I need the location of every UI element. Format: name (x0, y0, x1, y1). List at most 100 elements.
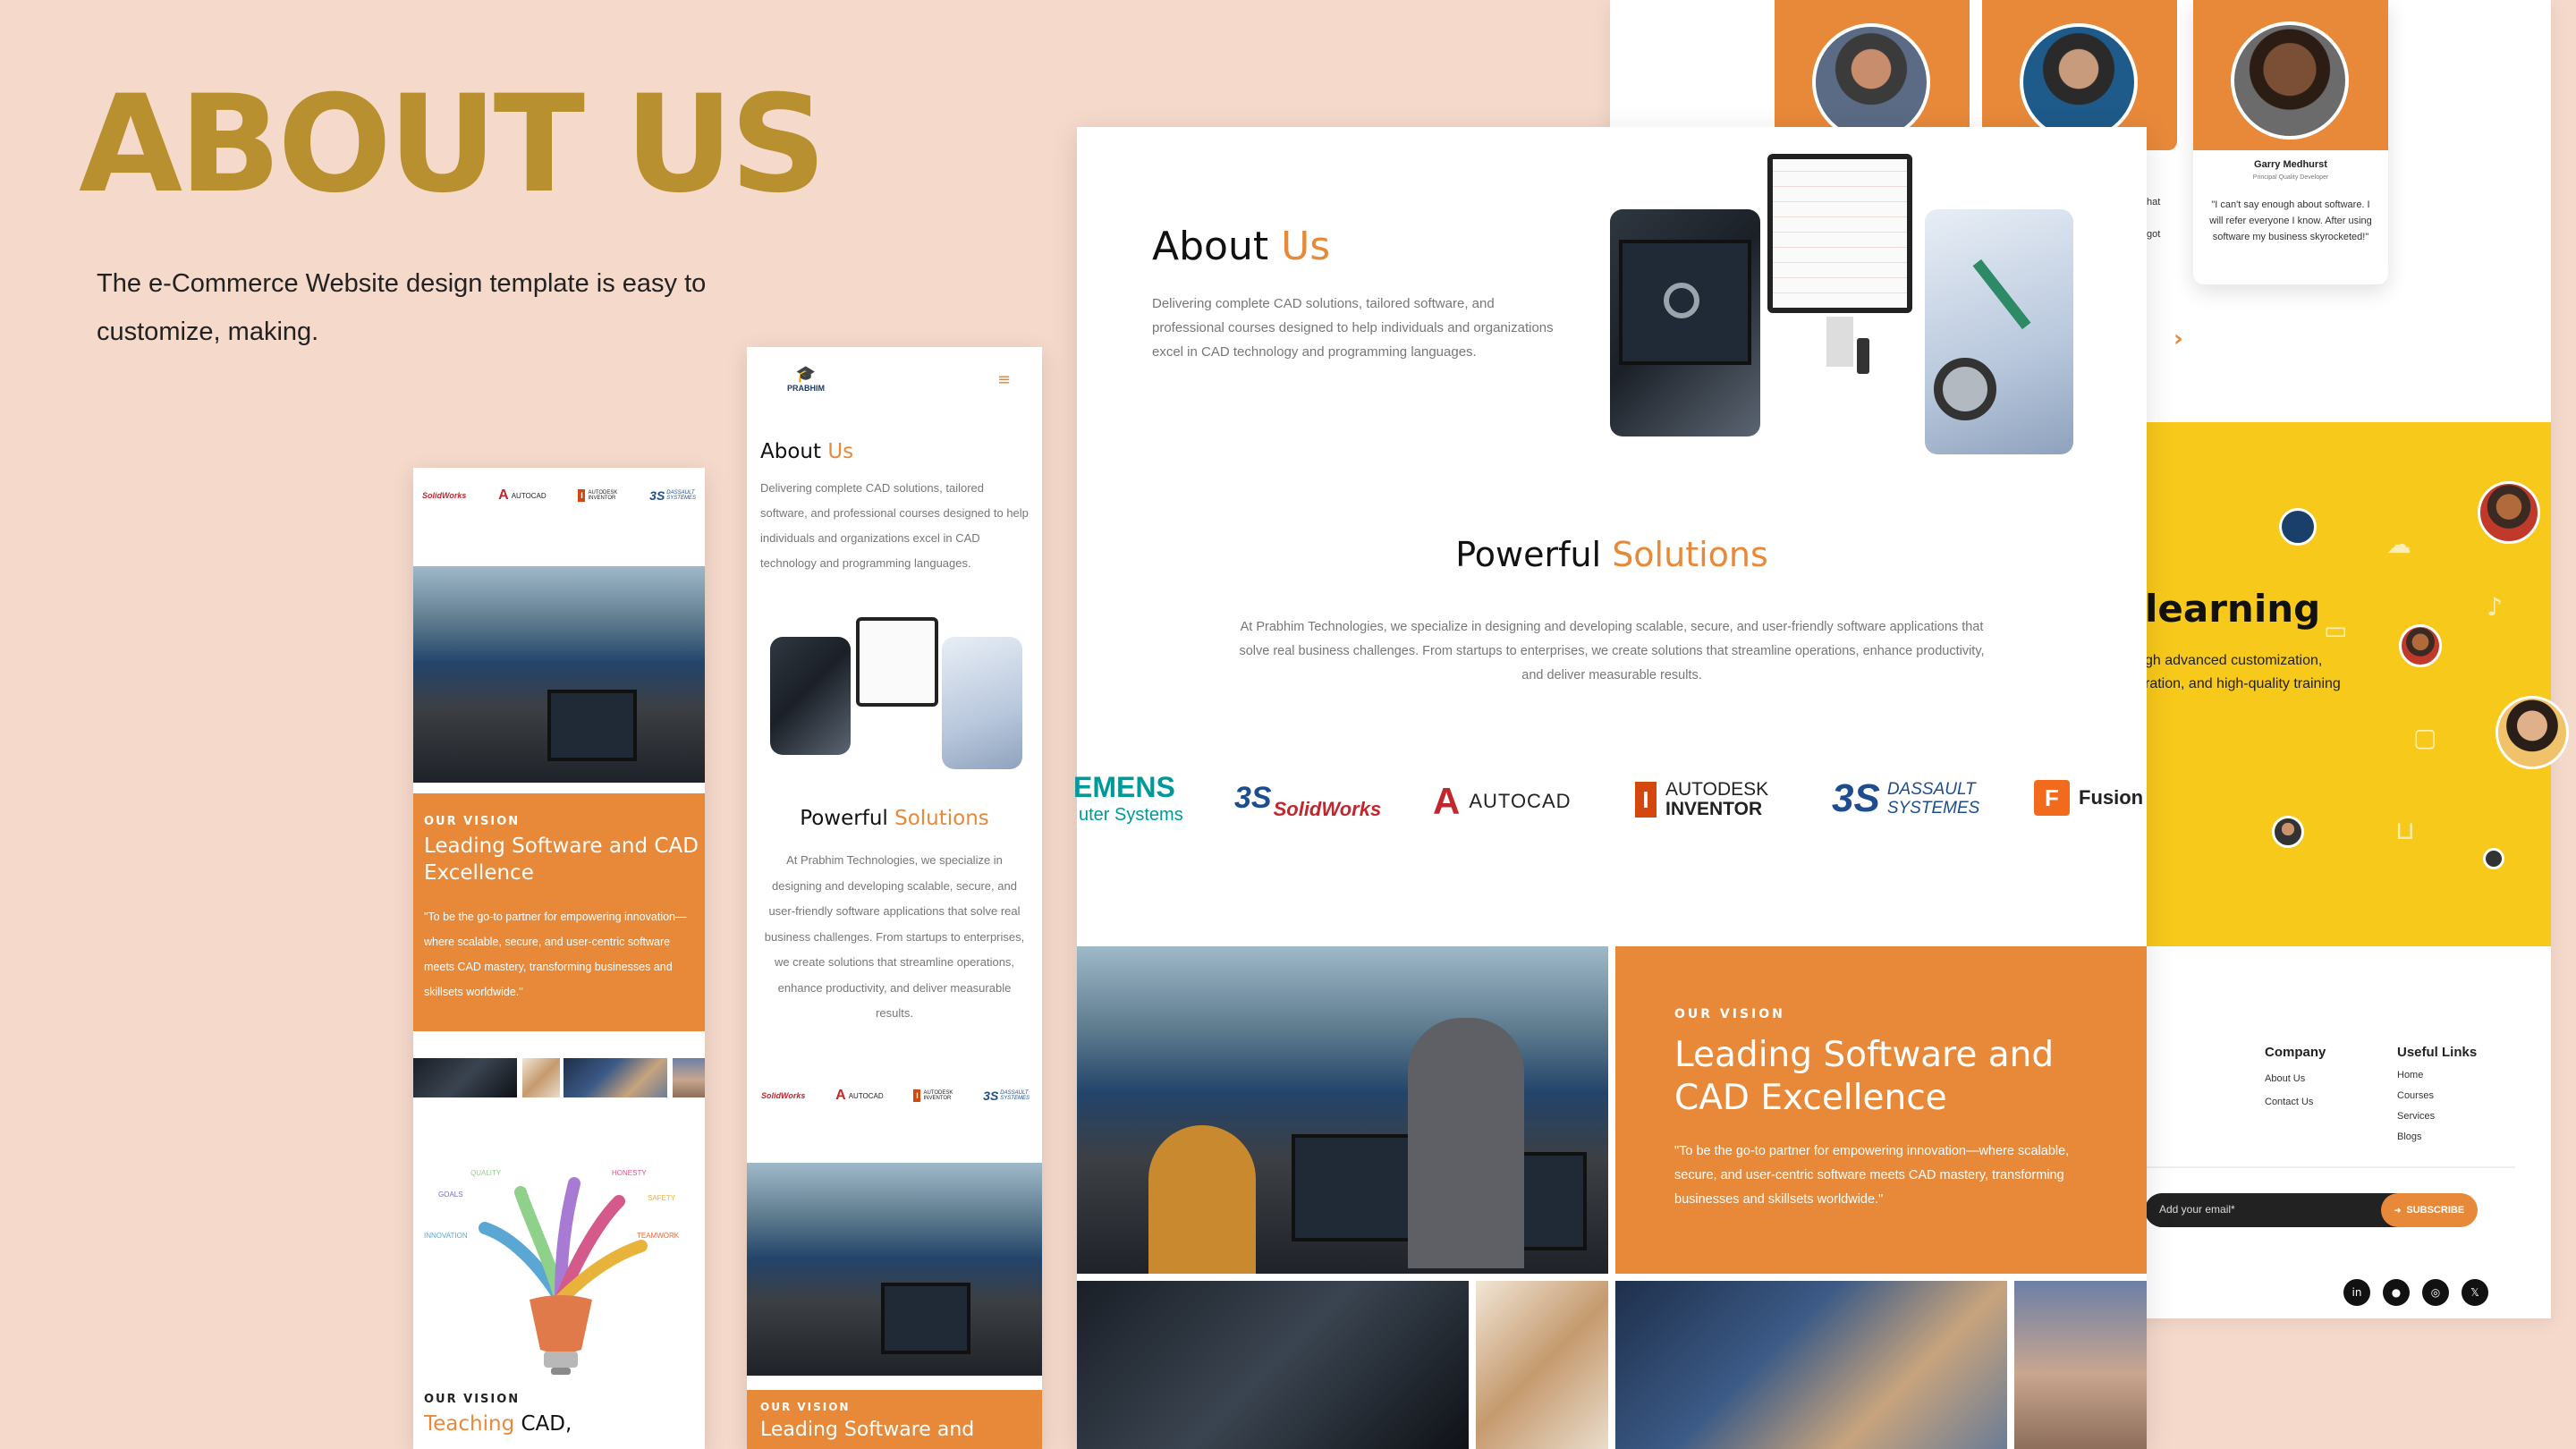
email-field[interactable]: Add your email* (2145, 1193, 2413, 1227)
solutions-description: At Prabhim Technologies, we specialize i… (1239, 620, 1985, 682)
autocad-logo: A AUTOCAD (498, 487, 547, 504)
hamburger-menu-icon[interactable]: ≡ (997, 370, 1011, 389)
dassault-text: DASSAULT (1886, 780, 1976, 799)
drawing-image (1925, 209, 2073, 454)
avatar (2279, 508, 2317, 546)
autocad-logo: A AUTOCAD (1433, 780, 1572, 823)
ds-icon: 3S (983, 1089, 999, 1103)
about-title-accent: Us (1281, 224, 1331, 269)
fusion-logo: F Fusion (2034, 780, 2143, 816)
x-icon[interactable]: 𝕏 (2462, 1279, 2488, 1306)
ds-icon: 3S (649, 488, 665, 503)
learning-line: gh advanced customization, (2145, 653, 2323, 668)
teaching-title-accent: Teaching (424, 1412, 521, 1436)
solidworks-logo: SolidWorks (422, 491, 466, 500)
inventor-logo: I AUTODESK INVENTOR (1635, 780, 1768, 819)
office-team-image (1077, 946, 1608, 1274)
solidworks-logo: 3S SolidWorks (1234, 775, 1381, 821)
linkedin-icon[interactable]: in (2343, 1279, 2370, 1306)
footer-link-services[interactable]: Services (2397, 1111, 2435, 1122)
office-team-image (747, 1163, 1042, 1376)
solidworks-text: SolidWorks (1273, 798, 1382, 820)
instagram-icon[interactable]: ◎ (2422, 1279, 2449, 1306)
autocad-text: AUTOCAD (511, 491, 547, 500)
systemes-text: SYSTEMES (1000, 1096, 1030, 1101)
testimonial-role: Principal Quality Developer (2252, 174, 2329, 181)
footer-link-blogs[interactable]: Blogs (2397, 1131, 2422, 1142)
solidworks-text: SolidWorks (422, 491, 467, 500)
avatar (2483, 848, 2504, 869)
brand-logo[interactable]: 🎓 PRABHIM (779, 365, 833, 393)
learning-section: learning gh advanced customization, rati… (2145, 422, 2569, 946)
inventor-text: INVENTOR (588, 496, 616, 501)
teaching-title: Teaching CAD, (424, 1412, 572, 1436)
autocad-logo: A AUTOCAD (835, 1088, 884, 1104)
avatar (2272, 816, 2304, 848)
solutions-title: Powerful Solutions (1077, 535, 2147, 574)
solutions-title-accent: Solutions (894, 807, 989, 830)
subscribe-button[interactable]: ➜ SUBSCRIBE (2381, 1193, 2478, 1227)
chevron-right-icon[interactable]: › (2174, 326, 2183, 352)
hero-title: ABOUT US (79, 67, 826, 223)
drawing-image (942, 637, 1022, 769)
gallery-image (564, 1058, 667, 1097)
vision-label: OUR VISION (760, 1401, 851, 1413)
solutions-title-text: Powerful (1455, 535, 1613, 574)
chat-icon: ▭ (2324, 615, 2348, 645)
email-placeholder: Add your email* (2159, 1203, 2235, 1216)
about-title: About Us (760, 440, 853, 463)
mobile-page-preview: SolidWorks A AUTOCAD I AUTODESK INVENTOR 3S… (413, 468, 705, 1449)
vision-section: OUR VISION Leading Software and CAD Exce… (413, 793, 705, 1031)
partner-logos: EMENS uter Systems 3S SolidWorks A AUTOC… (1073, 767, 2147, 839)
avatar (2399, 624, 2442, 667)
about-title-accent: Us (827, 440, 854, 463)
testimonial-quote: "I can't say enough about software. I wi… (2209, 199, 2372, 242)
avatar (2231, 21, 2349, 140)
ds-icon: 3S (1832, 776, 1880, 820)
vision-title: Leading Software and CAD Excellence (424, 835, 699, 885)
inventor-icon: I (913, 1089, 921, 1102)
brand-name: PRABHIM (787, 384, 825, 393)
learning-line: ration, and high-quality training (2145, 676, 2341, 691)
monitor-image (1764, 150, 1914, 374)
gallery-image (522, 1058, 560, 1097)
testimonial-partial-text: got (2147, 229, 2161, 240)
footer-link-courses[interactable]: Courses (2397, 1090, 2434, 1101)
footer-link-about[interactable]: About Us (2265, 1073, 2305, 1084)
gallery-image (1077, 1281, 1469, 1449)
avatar (2478, 481, 2540, 544)
desktop-page-preview: About Us Delivering complete CAD solutio… (1073, 127, 2147, 1449)
solidworks-logo: SolidWorks (761, 1091, 805, 1100)
partner-logos: SolidWorks A AUTOCAD I AUTODESK INVENTOR 3S… (761, 1082, 1030, 1109)
calendar-icon: ▢ (2413, 723, 2437, 752)
solutions-title-text: Powerful (800, 807, 895, 830)
value-label: INNOVATION (424, 1232, 468, 1240)
dassault-logo: 3S DASSAULT SYSTEMES (1832, 776, 1979, 821)
inventor-text: INVENTOR (1665, 799, 1763, 819)
vision-title: Leading Software and (760, 1419, 975, 1441)
values-illustration: QUALITY HONESTY GOALS SAFETY INNOVATION … (413, 1165, 705, 1389)
testimonial-partial-text: hat (2147, 197, 2161, 208)
avatar (1812, 23, 1930, 141)
autodesk-text: AUTODESK (1665, 779, 1769, 800)
avatar (2496, 696, 2569, 769)
autocad-icon: A (1433, 780, 1461, 822)
autocad-icon: A (835, 1088, 846, 1103)
vision-label: OUR VISION (424, 1393, 521, 1406)
vision-quote: "To be the go-to partner for empowering … (424, 911, 687, 998)
fusion-icon: F (2034, 780, 2070, 816)
inventor-logo: I AUTODESK INVENTOR (578, 489, 617, 502)
arrow-right-icon: ➜ (2394, 1205, 2402, 1215)
about-title-text: About (1152, 224, 1282, 269)
footer-link-contact[interactable]: Contact Us (2265, 1097, 2313, 1107)
vision-section: OUR VISION Leading Software and (747, 1390, 1042, 1449)
autocad-text: AUTOCAD (848, 1091, 884, 1100)
graduation-cap-icon: 🎓 (795, 365, 817, 384)
footer-link-home[interactable]: Home (2397, 1070, 2423, 1080)
siemens-logo-sub: uter Systems (1079, 805, 1183, 825)
divider (2140, 1166, 2515, 1168)
testimonial-name: Garry Medhurst (2254, 159, 2327, 170)
github-icon[interactable]: ● (2383, 1279, 2410, 1306)
about-description: Delivering complete CAD solutions, tailo… (760, 481, 1029, 570)
testimonial-card-featured: Garry Medhurst Principal Quality Develop… (2193, 0, 2388, 284)
